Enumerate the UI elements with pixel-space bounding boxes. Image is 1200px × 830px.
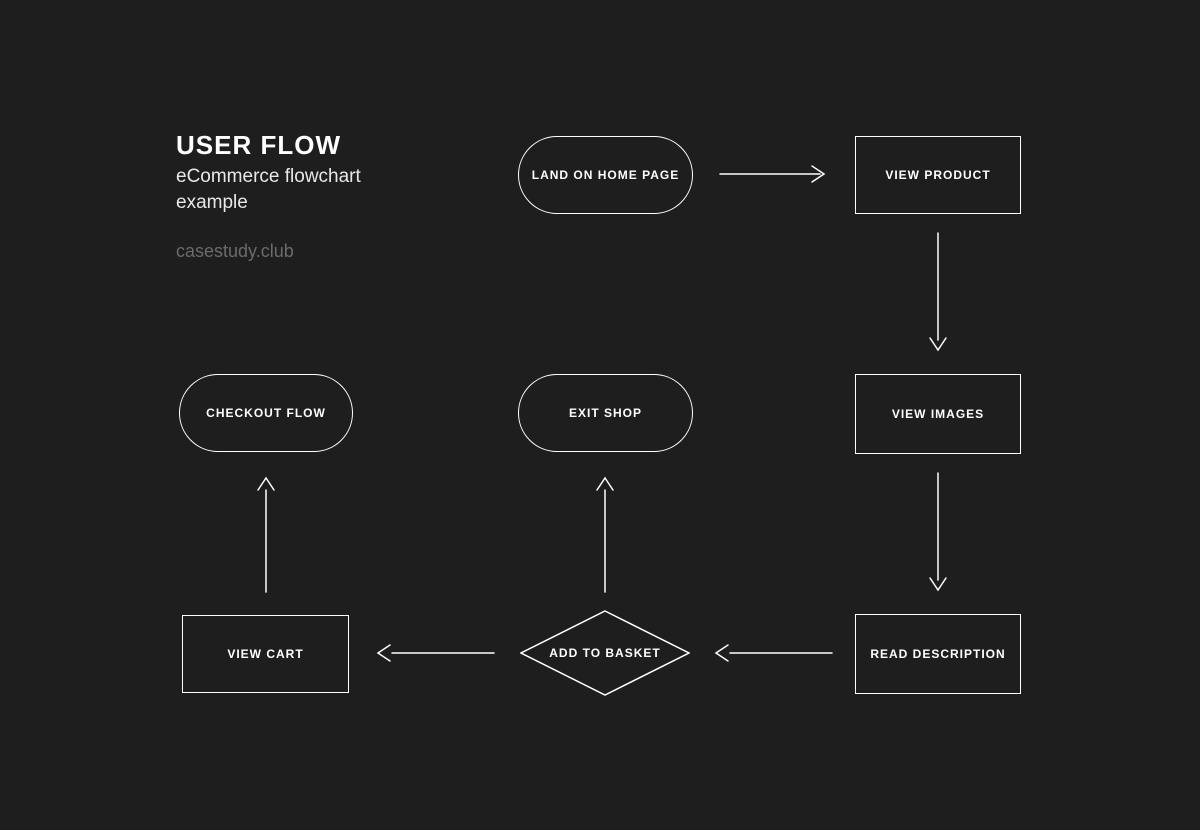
arrow-down-icon — [930, 473, 946, 590]
node-view-images: VIEW IMAGES — [855, 374, 1021, 454]
node-read-description: READ DESCRIPTION — [855, 614, 1021, 694]
node-add-to-basket: ADD TO BASKET — [520, 610, 690, 696]
node-exit-shop: EXIT SHOP — [518, 374, 693, 452]
arrow-left-icon — [716, 645, 832, 661]
node-label: VIEW IMAGES — [848, 407, 1028, 421]
node-label: VIEW CART — [176, 647, 356, 661]
node-land-home: LAND ON HOME PAGE — [518, 136, 693, 214]
node-label: VIEW PRODUCT — [848, 168, 1028, 182]
diagram-subtitle: eCommerce flowchart example — [176, 164, 436, 215]
node-view-product: VIEW PRODUCT — [855, 136, 1021, 214]
arrow-down-icon — [930, 233, 946, 350]
node-label: LAND ON HOME PAGE — [516, 168, 696, 182]
arrow-right-icon — [720, 166, 824, 182]
arrow-up-icon — [597, 478, 613, 592]
arrow-left-icon — [378, 645, 494, 661]
diagram-credit: casestudy.club — [176, 241, 294, 262]
node-label: EXIT SHOP — [516, 406, 696, 420]
arrow-up-icon — [258, 478, 274, 592]
node-view-cart: VIEW CART — [182, 615, 349, 693]
node-label: CHECKOUT FLOW — [176, 406, 356, 420]
node-checkout-flow: CHECKOUT FLOW — [179, 374, 353, 452]
node-label: ADD TO BASKET — [520, 610, 690, 696]
diagram-title: USER FLOW — [176, 130, 341, 161]
node-label: READ DESCRIPTION — [848, 647, 1028, 661]
